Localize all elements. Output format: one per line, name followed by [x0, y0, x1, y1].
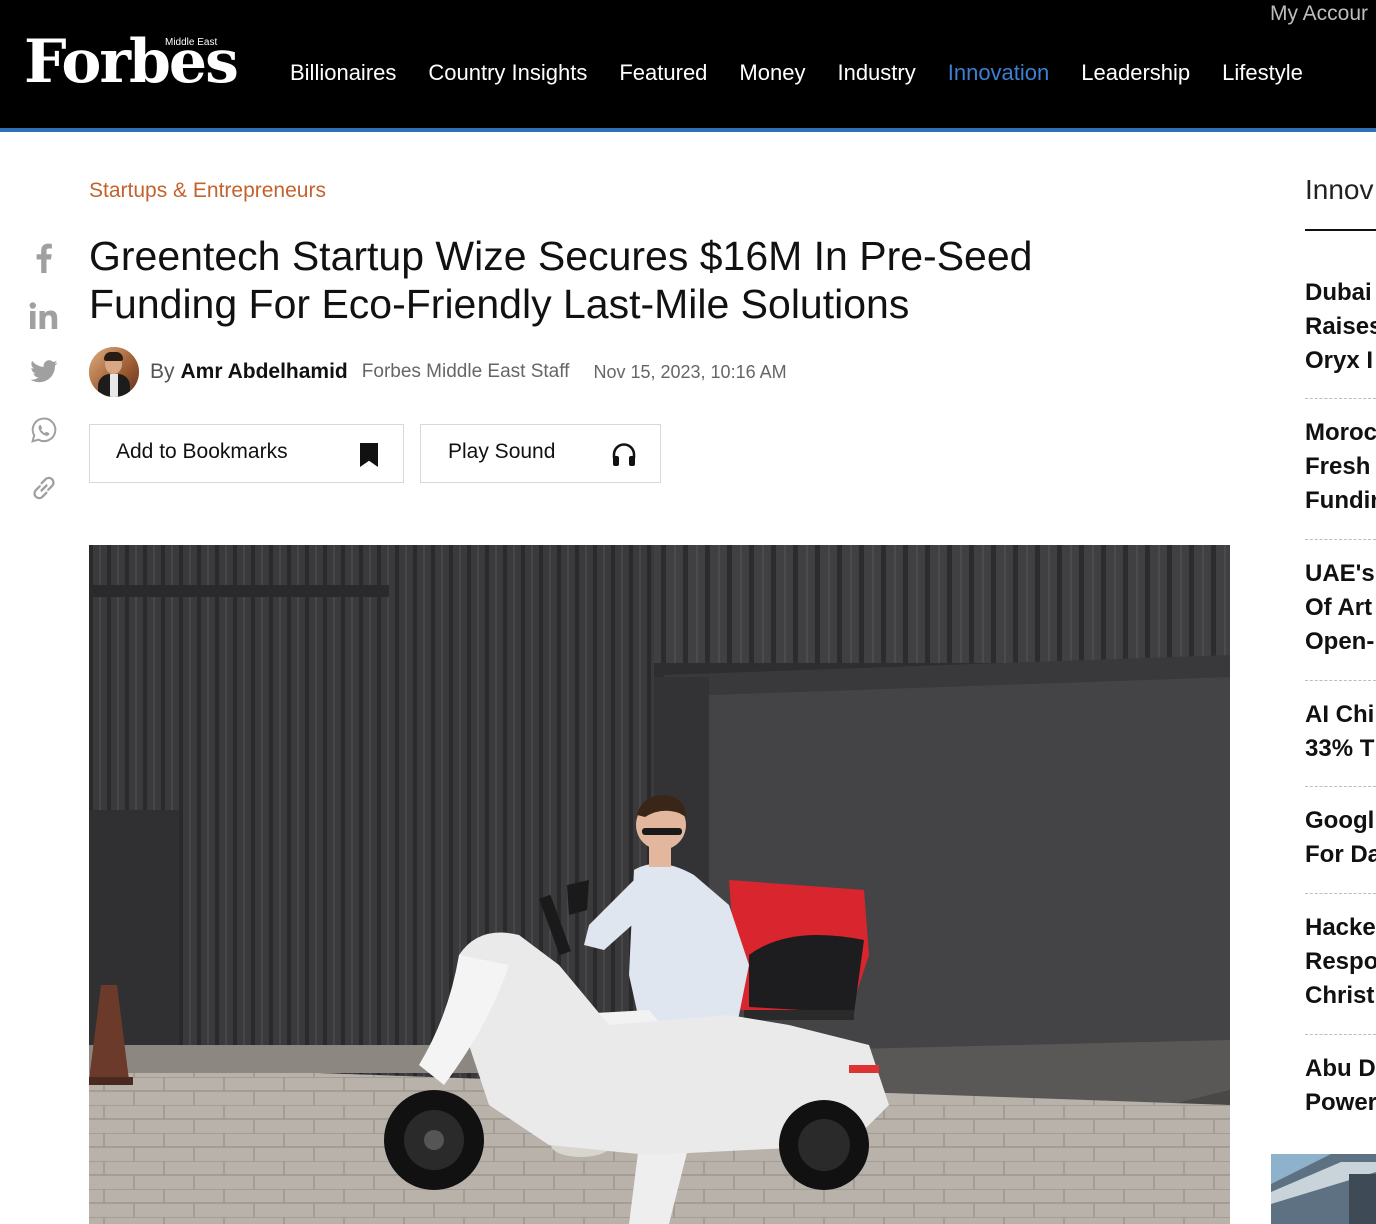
author-name-link[interactable]: Amr Abdelhamid [181, 360, 348, 384]
sidebar-article-line: For Da [1305, 841, 1376, 868]
sidebar-article-line: Power [1305, 1089, 1376, 1116]
nav-item-money[interactable]: Money [739, 58, 805, 90]
header-accent-rule [0, 128, 1376, 132]
sidebar-article-line: Oryx I [1305, 347, 1374, 374]
headphones-icon [611, 441, 637, 472]
sidebar-article-1[interactable]: Dubai Raises Oryx I [1305, 276, 1376, 378]
logo-subtitle: Middle East [165, 37, 218, 48]
sidebar-article-5[interactable]: Googl For Da [1305, 804, 1376, 872]
sidebar-article-line: Respo [1305, 948, 1376, 975]
sidebar-divider [1305, 680, 1376, 681]
facebook-icon[interactable] [24, 238, 64, 278]
linkedin-icon[interactable] [24, 296, 64, 336]
play-sound-label: Play Sound [448, 440, 556, 463]
forbes-logo[interactable]: Forbes Middle East [24, 30, 239, 98]
sidebar-article-line: 33% T [1305, 735, 1375, 762]
sidebar-divider [1305, 893, 1376, 894]
play-sound-button[interactable]: Play Sound [420, 424, 661, 483]
publish-date: Nov 15, 2023, 10:16 AM [593, 361, 787, 382]
thumbnail-illustration [1271, 1154, 1376, 1224]
sidebar-article-7[interactable]: Abu D Power [1305, 1052, 1376, 1120]
nav-item-featured[interactable]: Featured [619, 58, 707, 90]
sidebar-heading-rule [1305, 229, 1376, 231]
sidebar-divider [1305, 786, 1376, 787]
bookmark-button-label: Add to Bookmarks [116, 440, 288, 463]
sidebar-article-line: Hacke [1305, 914, 1376, 941]
sidebar-article-line: AI Chi [1305, 701, 1375, 728]
article-title: Greentech Startup Wize Secures $16M In P… [89, 233, 1033, 327]
whatsapp-icon[interactable] [24, 410, 64, 450]
sidebar-article-line: Open- [1305, 628, 1375, 655]
sidebar-thumbnail-image[interactable] [1271, 1154, 1376, 1224]
sidebar-article-line: Moroc [1305, 419, 1376, 446]
nav-item-lifestyle[interactable]: Lifestyle [1222, 58, 1303, 90]
sidebar-heading[interactable]: Innov [1305, 174, 1374, 206]
main-nav: Billionaires Country Insights Featured M… [290, 58, 1303, 90]
sidebar-article-3[interactable]: UAE's Of Art Open- [1305, 557, 1376, 659]
nav-item-leadership[interactable]: Leadership [1081, 58, 1190, 90]
sidebar-article-line: Fundir [1305, 487, 1376, 514]
sidebar-divider [1305, 539, 1376, 540]
nav-item-innovation[interactable]: Innovation [948, 58, 1050, 90]
sidebar-article-line: Raises [1305, 313, 1376, 340]
sidebar-article-line: Dubai [1305, 279, 1372, 306]
sidebar-article-line: Abu D [1305, 1055, 1376, 1082]
nav-item-country-insights[interactable]: Country Insights [428, 58, 587, 90]
bookmark-icon [358, 442, 380, 473]
link-icon[interactable] [24, 468, 64, 508]
sidebar-article-4[interactable]: AI Chi 33% T [1305, 698, 1376, 766]
sidebar-divider [1305, 1034, 1376, 1035]
sidebar-article-6[interactable]: Hacke Respo Christ [1305, 911, 1376, 1013]
author-role: Forbes Middle East Staff [361, 361, 570, 382]
sidebar-article-2[interactable]: Moroc Fresh Fundir [1305, 416, 1376, 518]
sidebar-article-line: Fresh [1305, 453, 1371, 480]
author-avatar[interactable] [89, 347, 139, 397]
sidebar-divider [1305, 398, 1376, 399]
article-category-link[interactable]: Startups & Entrepreneurs [89, 179, 326, 203]
byline-prefix: By [150, 360, 175, 383]
article-hero-image [89, 545, 1230, 1224]
add-to-bookmarks-button[interactable]: Add to Bookmarks [89, 424, 404, 483]
article-byline: By Amr Abdelhamid Forbes Middle East Sta… [89, 347, 787, 397]
sidebar-article-line: Of Art [1305, 594, 1373, 621]
hero-illustration [89, 545, 1230, 1224]
my-account-link[interactable]: My Accour [1270, 2, 1368, 26]
nav-item-billionaires[interactable]: Billionaires [290, 58, 396, 90]
sidebar-article-line: Christ [1305, 982, 1375, 1009]
nav-item-industry[interactable]: Industry [837, 58, 915, 90]
sidebar-article-line: Googl [1305, 807, 1375, 834]
twitter-icon[interactable] [24, 352, 64, 392]
sidebar-article-line: UAE's [1305, 560, 1375, 587]
site-header: Forbes Middle East My Accour Billionaire… [0, 0, 1376, 128]
